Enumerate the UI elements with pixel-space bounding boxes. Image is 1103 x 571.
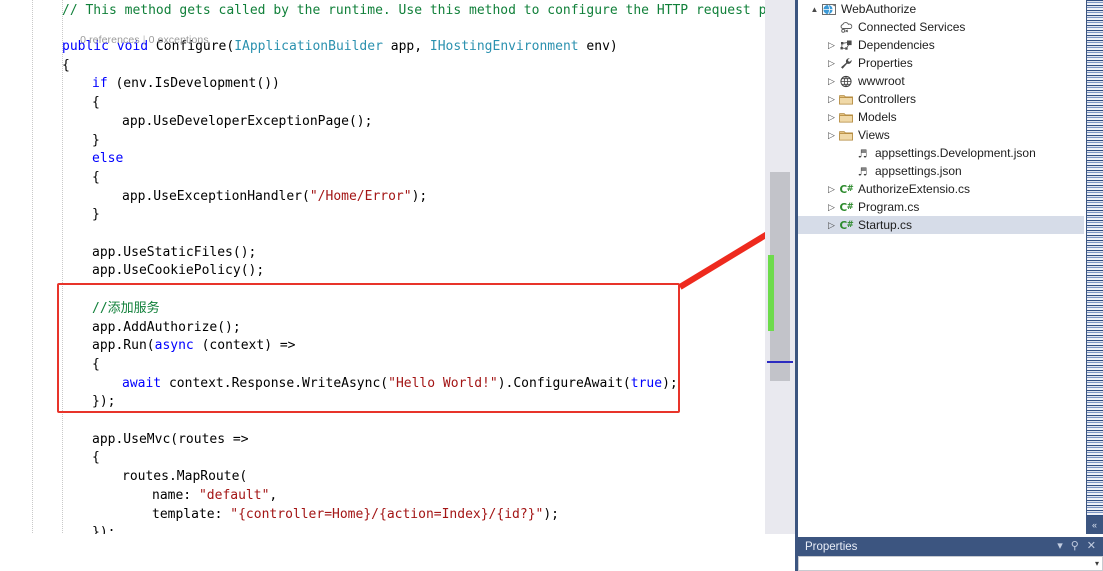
- folder-icon: [838, 127, 855, 143]
- tree-item[interactable]: ▲ WebAuthorize: [798, 0, 1084, 18]
- code-line[interactable]: {: [0, 94, 765, 113]
- code-line[interactable]: template: "{controller=Home}/{action=Ind…: [0, 506, 765, 525]
- code-line[interactable]: [0, 225, 765, 244]
- codelens-exceptions[interactable]: 0 exceptions: [149, 34, 209, 46]
- chevron-right-icon[interactable]: ▷: [825, 58, 838, 69]
- code-line[interactable]: {: [0, 449, 765, 468]
- visual-studio-window: // This method gets called by the runtim…: [0, 0, 1103, 571]
- csharp-file-icon: C#: [838, 217, 855, 233]
- properties-panel[interactable]: Properties ▾ ⚲ ✕ ▾: [795, 534, 1103, 571]
- properties-title-label: Properties: [798, 541, 857, 553]
- code-line[interactable]: }: [0, 132, 765, 151]
- tree-item[interactable]: ▷C#AuthorizeExtensio.cs: [798, 180, 1084, 198]
- tree-item-label: Program.cs: [858, 200, 919, 214]
- tree-item[interactable]: Connected Services: [798, 18, 1084, 36]
- tree-item[interactable]: ▷ Properties: [798, 54, 1084, 72]
- tree-item-label: WebAuthorize: [841, 2, 916, 16]
- editor-bottom-strip: [0, 534, 795, 571]
- editor-vertical-scrollbar[interactable]: [765, 0, 795, 571]
- tree-item[interactable]: ▷ wwwroot: [798, 72, 1084, 90]
- chevron-right-icon[interactable]: ▷: [825, 94, 838, 105]
- chevron-right-icon[interactable]: ▷: [825, 184, 838, 195]
- properties-object-combobox[interactable]: ▾: [798, 556, 1103, 571]
- solution-explorer-panel[interactable]: ▲ WebAuthorize Connected Services ▷ Dependen…: [795, 0, 1103, 534]
- folder-icon: [838, 109, 855, 125]
- code-line[interactable]: app.UseDeveloperExceptionPage();: [0, 113, 765, 132]
- chevron-right-icon[interactable]: ▷: [825, 40, 838, 51]
- json-file-icon: ♬: [855, 163, 872, 179]
- code-line[interactable]: }: [0, 206, 765, 225]
- svg-text:#: #: [847, 183, 854, 193]
- tree-item[interactable]: ▷ Views: [798, 126, 1084, 144]
- chevron-right-icon[interactable]: ▷: [825, 76, 838, 87]
- tree-item-label: AuthorizeExtensio.cs: [858, 182, 970, 196]
- wrench-icon: [838, 55, 855, 71]
- chevron-right-icon[interactable]: ▷: [825, 220, 838, 231]
- adjacent-window-strip: [1086, 0, 1103, 534]
- chevron-down-icon[interactable]: ▲: [808, 5, 821, 14]
- tree-item[interactable]: ♬ appsettings.Development.json: [798, 144, 1084, 162]
- json-file-icon: ♬: [855, 145, 872, 161]
- close-icon[interactable]: ✕: [1087, 541, 1096, 552]
- csharp-file-icon: C#: [838, 199, 855, 215]
- folder-icon: [838, 91, 855, 107]
- tree-item-label: Dependencies: [858, 38, 935, 52]
- solution-tree[interactable]: ▲ WebAuthorize Connected Services ▷ Dependen…: [798, 0, 1084, 234]
- svg-text:♬: ♬: [858, 147, 868, 160]
- code-line[interactable]: app.UseExceptionHandler("/Home/Error");: [0, 188, 765, 207]
- tree-item[interactable]: ▷ Controllers: [798, 90, 1084, 108]
- red-highlight-rectangle: [57, 283, 680, 413]
- globe-icon: [838, 73, 855, 89]
- codelens-info[interactable]: 0 references | 0 exceptions: [62, 22, 209, 58]
- tree-item-label: Properties: [858, 56, 913, 70]
- tree-item-label: Models: [858, 110, 897, 124]
- code-line[interactable]: if (env.IsDevelopment()): [0, 75, 765, 94]
- dependencies-icon: [838, 37, 855, 53]
- code-line[interactable]: else: [0, 150, 765, 169]
- chevron-down-icon[interactable]: ▾: [1057, 541, 1063, 552]
- code-line[interactable]: name: "default",: [0, 487, 765, 506]
- tree-item-label: Connected Services: [858, 20, 965, 34]
- properties-title-bar[interactable]: Properties ▾ ⚲ ✕: [798, 537, 1103, 556]
- tree-item-label: Views: [858, 128, 890, 142]
- svg-text:#: #: [847, 219, 854, 229]
- strip-toggle-icon[interactable]: «: [1086, 516, 1103, 534]
- code-line[interactable]: {: [0, 169, 765, 188]
- csharp-file-icon: C#: [838, 181, 855, 197]
- code-line[interactable]: // This method gets called by the runtim…: [0, 2, 765, 21]
- code-editor[interactable]: // This method gets called by the runtim…: [0, 0, 765, 571]
- code-line[interactable]: routes.MapRoute(: [0, 468, 765, 487]
- tree-item[interactable]: ▷ Models: [798, 108, 1084, 126]
- svg-text:♬: ♬: [858, 165, 868, 178]
- tree-item-label: appsettings.json: [875, 164, 962, 178]
- code-line[interactable]: app.UseCookiePolicy();: [0, 262, 765, 281]
- connected-services-icon: [838, 19, 855, 35]
- pin-icon[interactable]: ⚲: [1071, 541, 1079, 552]
- code-line[interactable]: app.UseMvc(routes =>: [0, 431, 765, 450]
- tree-item-label: appsettings.Development.json: [875, 146, 1036, 160]
- chevron-right-icon[interactable]: ▷: [825, 112, 838, 123]
- chevron-right-icon[interactable]: ▷: [825, 130, 838, 141]
- chevron-right-icon[interactable]: ▷: [825, 202, 838, 213]
- tree-item[interactable]: ▷C#Program.cs: [798, 198, 1084, 216]
- codelens-references[interactable]: 0 references: [80, 34, 140, 46]
- code-line[interactable]: app.UseStaticFiles();: [0, 244, 765, 263]
- project-web-icon: [821, 1, 838, 17]
- tree-item-label: Startup.cs: [858, 218, 912, 232]
- tree-item-label: wwwroot: [858, 74, 905, 88]
- chevron-down-icon[interactable]: ▾: [1095, 559, 1102, 568]
- scrollbar-position-marker: [767, 361, 793, 363]
- code-line[interactable]: {: [0, 57, 765, 76]
- tree-item-label: Controllers: [858, 92, 916, 106]
- code-line[interactable]: [0, 412, 765, 431]
- tree-item[interactable]: ▷ Dependencies: [798, 36, 1084, 54]
- tree-item-selected[interactable]: ▷C#Startup.cs: [798, 216, 1084, 234]
- tree-item[interactable]: ♬ appsettings.json: [798, 162, 1084, 180]
- svg-text:#: #: [847, 201, 854, 211]
- scrollbar-change-marker: [768, 255, 774, 331]
